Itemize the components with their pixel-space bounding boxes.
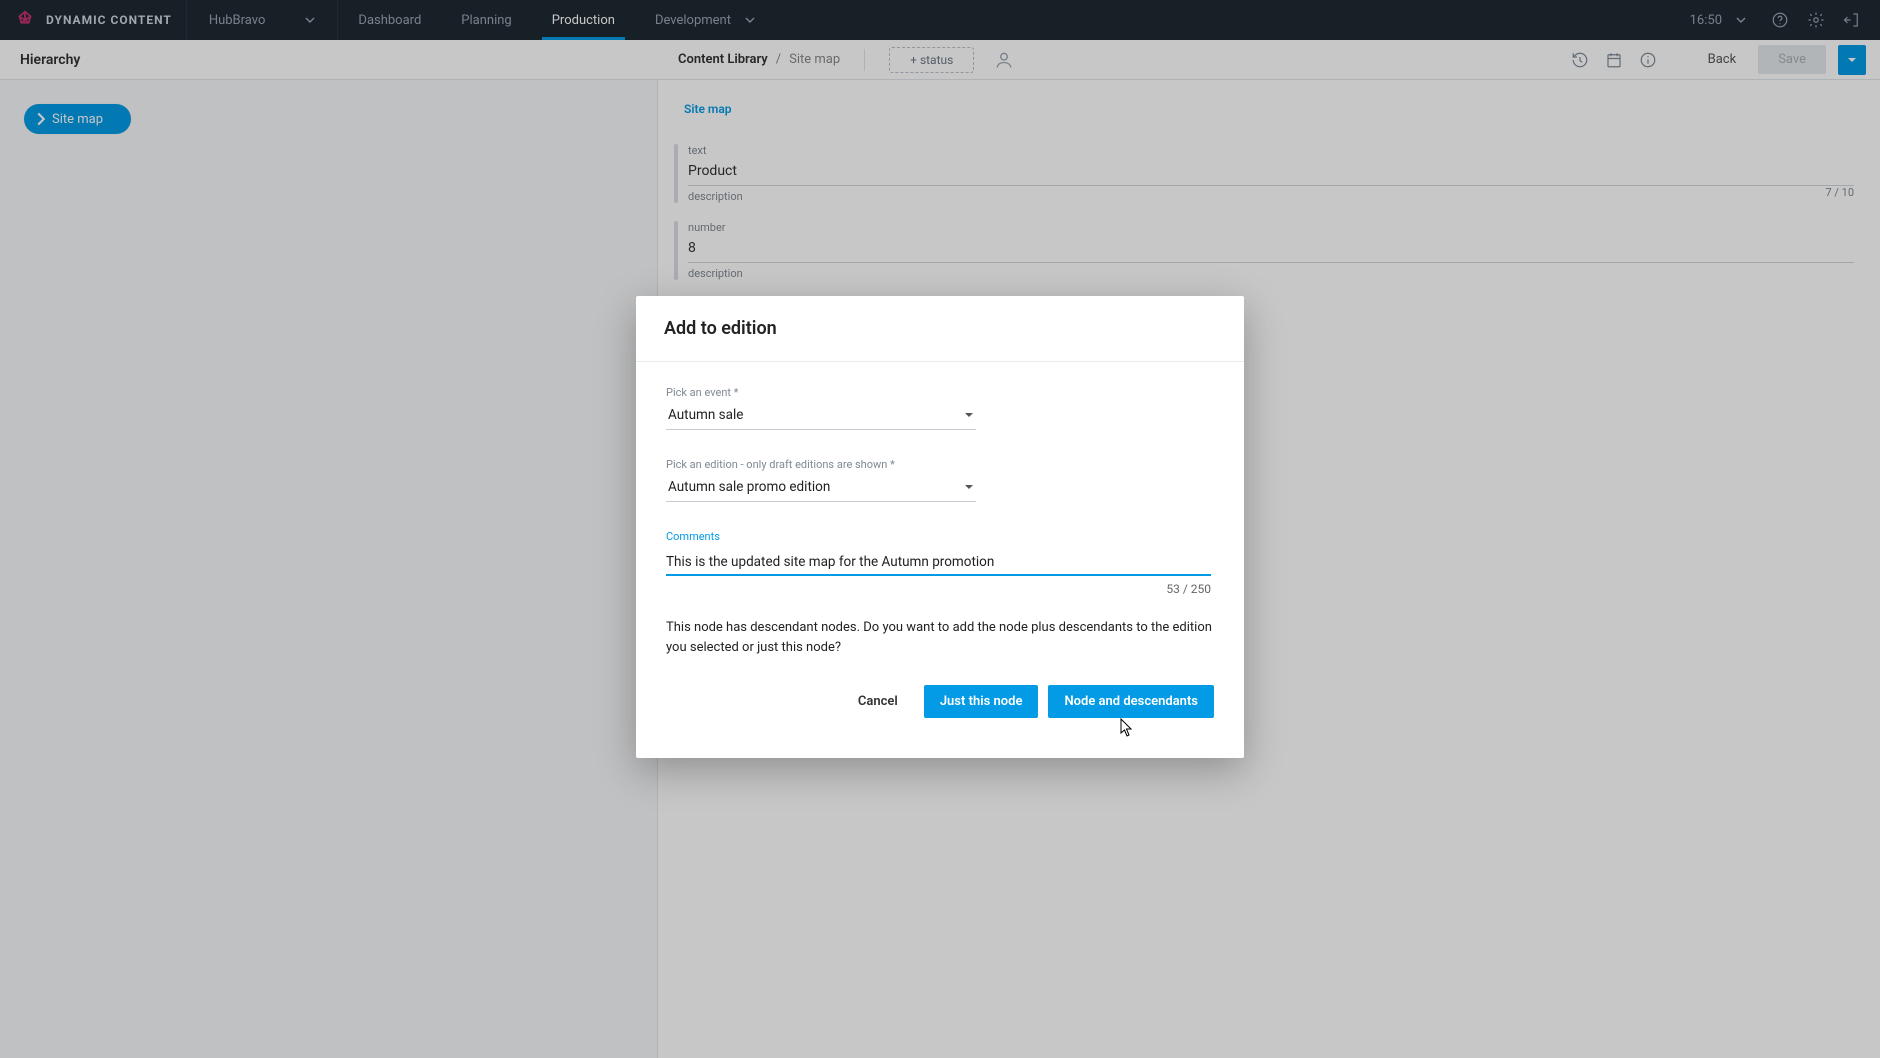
modal-title: Add to edition	[664, 318, 1216, 339]
cancel-button[interactable]: Cancel	[842, 685, 914, 718]
just-this-node-button[interactable]: Just this node	[924, 685, 1039, 718]
modal-backdrop[interactable]: Add to edition Pick an event * Autumn sa…	[0, 0, 1880, 1058]
modal-header: Add to edition	[636, 296, 1244, 362]
event-value: Autumn sale	[668, 407, 743, 423]
btn-label: Just this node	[940, 694, 1023, 709]
event-select[interactable]: Autumn sale	[666, 405, 976, 430]
edition-label: Pick an edition - only draft editions ar…	[666, 458, 1214, 471]
caret-down-icon	[964, 410, 974, 420]
comments-input[interactable]	[666, 554, 1211, 570]
edition-field: Pick an edition - only draft editions ar…	[666, 458, 1214, 502]
node-and-descendants-button[interactable]: Node and descendants	[1048, 685, 1214, 718]
descendants-text: This node has descendant nodes. Do you w…	[666, 618, 1214, 657]
edition-select[interactable]: Autumn sale promo edition	[666, 477, 976, 502]
modal-actions: Cancel Just this node Node and descendan…	[666, 685, 1214, 740]
edition-value: Autumn sale promo edition	[668, 479, 830, 495]
comments-input-wrap	[666, 549, 1211, 576]
comments-label: Comments	[666, 530, 1214, 543]
caret-down-icon	[964, 482, 974, 492]
event-field: Pick an event * Autumn sale	[666, 386, 1214, 430]
btn-label: Cancel	[858, 694, 898, 709]
event-label: Pick an event *	[666, 386, 1214, 399]
btn-label: Node and descendants	[1064, 694, 1198, 709]
comments-field: Comments 53 / 250	[666, 530, 1214, 596]
add-to-edition-modal: Add to edition Pick an event * Autumn sa…	[636, 296, 1244, 758]
modal-body: Pick an event * Autumn sale Pick an edit…	[636, 362, 1244, 758]
comments-count: 53 / 250	[666, 582, 1211, 596]
